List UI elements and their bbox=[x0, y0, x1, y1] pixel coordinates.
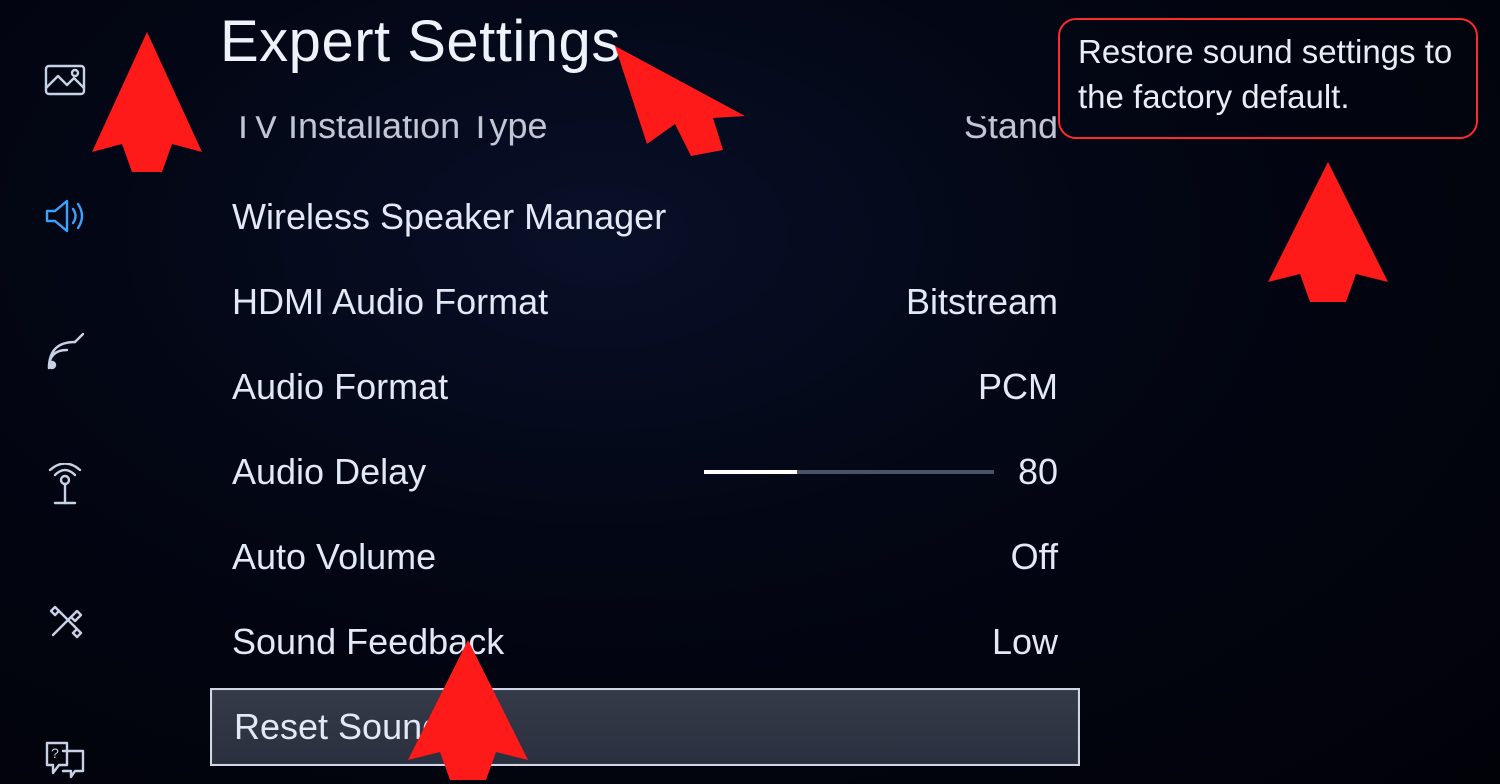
annotation-arrow-icon bbox=[1268, 162, 1388, 302]
broadcast-icon[interactable] bbox=[39, 326, 91, 377]
row-wireless-speaker-manager[interactable]: Wireless Speaker Manager bbox=[210, 174, 1080, 259]
audio-delay-slider-fill bbox=[704, 470, 797, 474]
row-audio-delay[interactable]: Audio Delay 80 bbox=[210, 429, 1080, 514]
sound-icon[interactable] bbox=[39, 191, 91, 242]
audio-delay-slider[interactable] bbox=[704, 470, 994, 474]
page-title: Expert Settings bbox=[210, 8, 1080, 75]
row-label: Reset Sound bbox=[234, 706, 442, 748]
row-label: Auto Volume bbox=[232, 536, 436, 578]
picture-icon[interactable] bbox=[39, 55, 91, 106]
row-value: 80 bbox=[1018, 451, 1058, 493]
row-value: PCM bbox=[978, 366, 1058, 408]
row-label: Wireless Speaker Manager bbox=[232, 196, 666, 238]
row-value: Low bbox=[992, 621, 1058, 663]
svg-text:?: ? bbox=[51, 745, 59, 761]
row-label: Audio Delay bbox=[232, 451, 426, 493]
settings-sidebar: ? bbox=[0, 0, 130, 784]
row-auto-volume[interactable]: Auto Volume Off bbox=[210, 514, 1080, 599]
support-icon[interactable]: ? bbox=[39, 733, 91, 784]
row-tv-installation-type[interactable]: TV Installation Type Stand bbox=[210, 89, 1080, 174]
system-icon[interactable] bbox=[39, 598, 91, 649]
row-value: Stand bbox=[964, 105, 1058, 147]
description-tooltip: Restore sound settings to the factory de… bbox=[1058, 18, 1478, 139]
row-label: TV Installation Type bbox=[232, 105, 548, 147]
row-audio-format[interactable]: Audio Format PCM bbox=[210, 344, 1080, 429]
row-reset-sound[interactable]: Reset Sound bbox=[210, 688, 1080, 766]
row-sound-feedback[interactable]: Sound Feedback Low bbox=[210, 599, 1080, 684]
row-label: HDMI Audio Format bbox=[232, 281, 548, 323]
row-label: Sound Feedback bbox=[232, 621, 504, 663]
network-icon[interactable] bbox=[39, 462, 91, 513]
expert-settings-panel: Expert Settings TV Installation Type Sta… bbox=[210, 8, 1080, 766]
row-value: Off bbox=[1011, 536, 1058, 578]
row-label: Audio Format bbox=[232, 366, 448, 408]
row-value: Bitstream bbox=[906, 281, 1058, 323]
description-text: Restore sound settings to the factory de… bbox=[1078, 33, 1452, 115]
row-hdmi-audio-format[interactable]: HDMI Audio Format Bitstream bbox=[210, 259, 1080, 344]
